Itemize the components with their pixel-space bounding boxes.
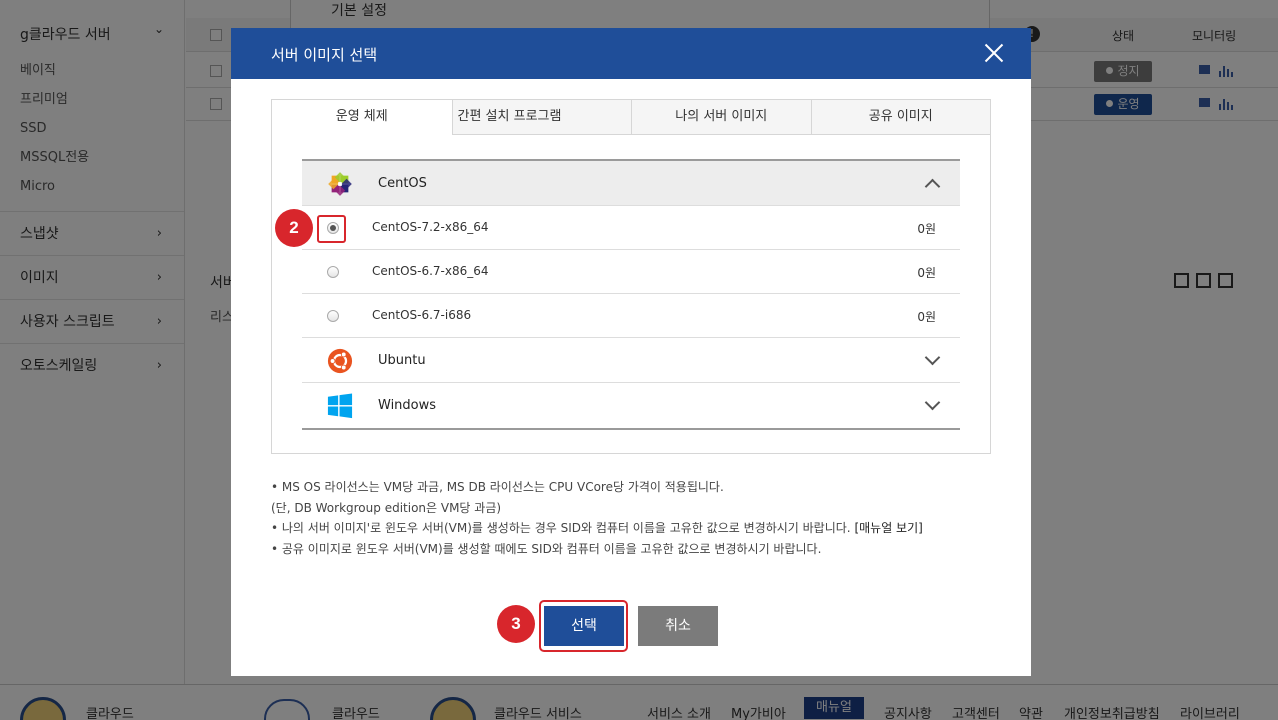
tab-bar: 운영 체제 간편 설치 프로그램 나의 서버 이미지 공유 이미지 <box>272 100 991 135</box>
image-price: 0원 <box>917 266 936 280</box>
tab-shared-image[interactable]: 공유 이미지 <box>810 100 991 135</box>
notice-text: • MS OS 라이선스는 VM당 과금, MS DB 라이선스는 CPU VC… <box>271 477 923 559</box>
image-name: CentOS-6.7-i686 <box>372 308 472 322</box>
image-price: 0원 <box>917 310 936 324</box>
tab-easy-install[interactable]: 간편 설치 프로그램 <box>451 100 632 135</box>
dialog-title: 서버 이미지 선택 <box>271 46 378 64</box>
cancel-button[interactable]: 취소 <box>638 606 718 646</box>
chevron-down-icon[interactable] <box>926 399 938 411</box>
centos-logo-icon <box>328 172 352 196</box>
dialog-header: 서버 이미지 선택 <box>231 28 1031 79</box>
radio-highlight-frame <box>317 215 346 243</box>
os-image-row[interactable]: CentOS-6.7-i686 0원 <box>302 294 960 338</box>
image-radio[interactable] <box>327 266 339 278</box>
manual-link[interactable]: [매뉴얼 보기] <box>854 521 922 535</box>
ubuntu-logo-icon <box>327 348 353 374</box>
notice-line: (단, DB Workgroup edition은 VM당 과금) <box>271 500 502 515</box>
os-group-name: CentOS <box>378 176 427 191</box>
image-radio[interactable] <box>327 310 339 322</box>
os-group-name: Ubuntu <box>378 353 426 368</box>
close-icon[interactable] <box>983 42 1005 64</box>
image-name: CentOS-7.2-x86_64 <box>372 220 489 234</box>
tab-operating-system[interactable]: 운영 체제 <box>272 100 452 135</box>
os-list: CentOS CentOS-7.2-x86_64 0원 CentOS-6.7-x… <box>302 159 960 430</box>
os-image-row[interactable]: CentOS-6.7-x86_64 0원 <box>302 250 960 294</box>
os-image-row[interactable]: CentOS-7.2-x86_64 0원 <box>302 206 960 250</box>
os-group-ubuntu[interactable]: Ubuntu <box>302 338 960 383</box>
chevron-down-icon[interactable] <box>926 354 938 366</box>
select-button[interactable]: 선택 <box>544 606 624 646</box>
notice-line: • MS OS 라이선스는 VM당 과금, MS DB 라이선스는 CPU VC… <box>271 480 724 494</box>
step-marker-2: 2 <box>275 209 313 247</box>
server-image-dialog: 서버 이미지 선택 운영 체제 간편 설치 프로그램 나의 서버 이미지 공유 … <box>231 28 1031 676</box>
chevron-up-icon[interactable] <box>926 177 938 189</box>
windows-logo-icon <box>327 393 353 419</box>
os-group-centos[interactable]: CentOS <box>302 161 960 206</box>
notice-line: • 공유 이미지로 윈도우 서버(VM)를 생성할 때에도 SID와 컴퓨터 이… <box>271 541 822 556</box>
image-tab-panel: 운영 체제 간편 설치 프로그램 나의 서버 이미지 공유 이미지 CentOS… <box>271 99 991 454</box>
os-group-windows[interactable]: Windows <box>302 383 960 428</box>
os-group-name: Windows <box>378 398 437 413</box>
step-marker-3: 3 <box>497 605 535 643</box>
notice-line: • 나의 서버 이미지'로 윈도우 서버(VM)를 생성하는 경우 SID와 컴… <box>271 521 923 535</box>
image-name: CentOS-6.7-x86_64 <box>372 264 489 278</box>
image-price: 0원 <box>917 222 936 236</box>
tab-my-server-image[interactable]: 나의 서버 이미지 <box>631 100 811 135</box>
